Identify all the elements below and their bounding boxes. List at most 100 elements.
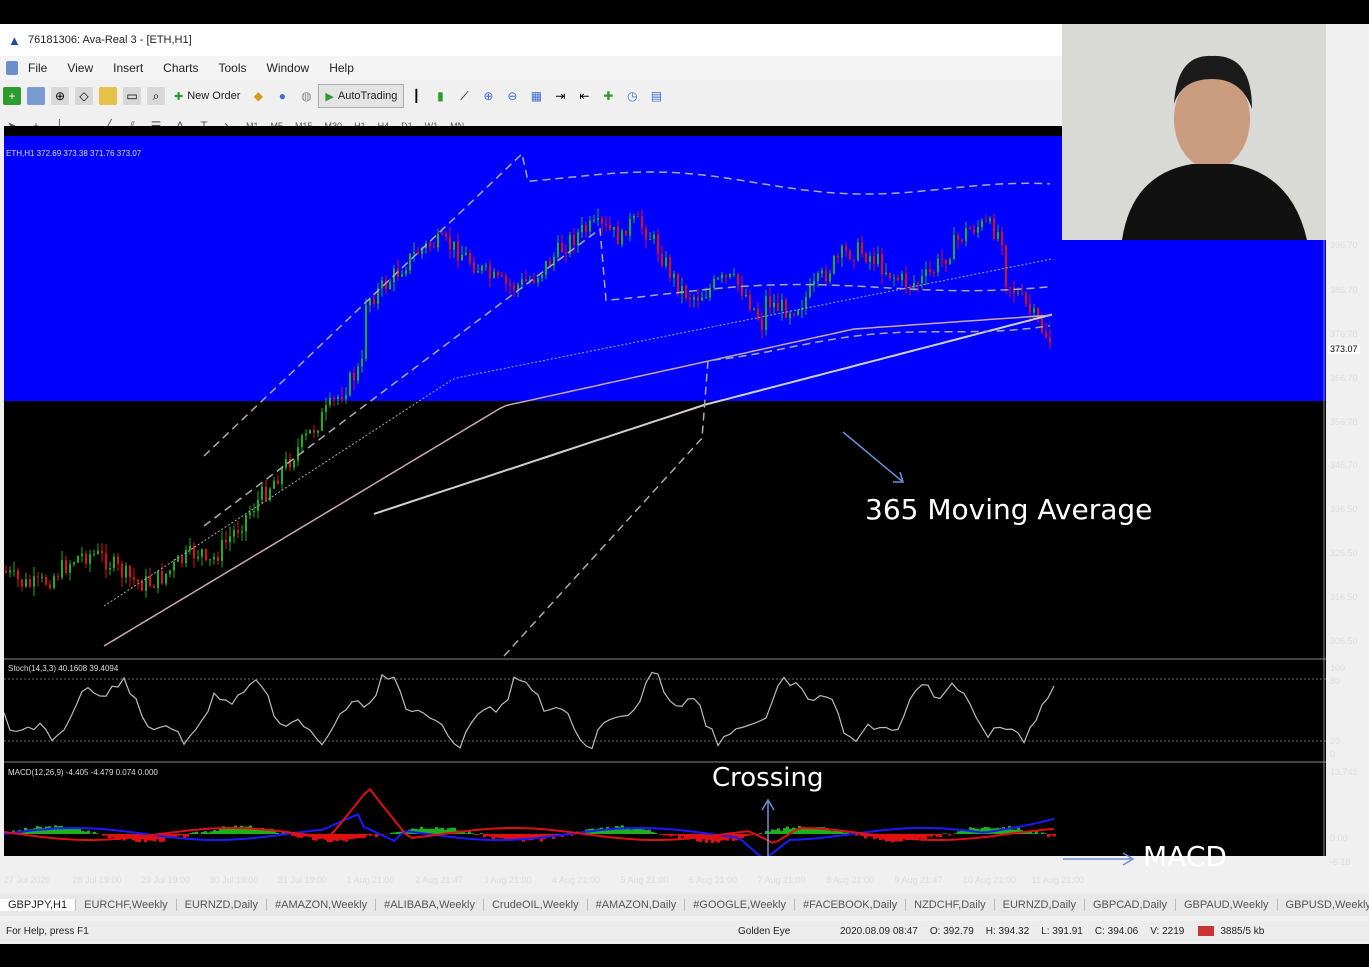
- candle-body: [217, 556, 219, 561]
- histogram-bar: [621, 825, 624, 834]
- histogram-bar: [345, 834, 348, 842]
- data-window-icon[interactable]: ◇: [75, 87, 93, 105]
- chart-tab[interactable]: GBPUSD,Weekly: [1278, 899, 1369, 911]
- histogram-bar: [195, 831, 198, 834]
- candle-body: [125, 565, 127, 578]
- candle-body: [149, 576, 151, 586]
- zoom-out-icon[interactable]: ⊖: [503, 87, 521, 105]
- status-datetime: 2020.08.09 08:47: [840, 925, 918, 937]
- chart-tab[interactable]: CrudeOIL,Weekly: [484, 899, 588, 911]
- histogram-bar: [390, 832, 393, 834]
- tile-windows-icon[interactable]: ▦: [527, 87, 545, 105]
- price-tick: 386.70: [1330, 285, 1358, 295]
- chart-tab[interactable]: NZDCHF,Daily: [906, 899, 995, 911]
- menu-charts[interactable]: Charts: [159, 59, 202, 77]
- histogram-bar: [771, 829, 774, 834]
- candle-body: [881, 254, 883, 275]
- candle-body: [753, 308, 755, 310]
- candle-body: [761, 319, 763, 330]
- terminal-icon[interactable]: ▭: [123, 87, 141, 105]
- chart-tab[interactable]: #ALIBABA,Weekly: [376, 899, 484, 911]
- autotrading-button[interactable]: ▶ AutoTrading: [318, 84, 405, 108]
- candle-body: [45, 576, 47, 585]
- histogram-bar: [360, 834, 363, 839]
- chart-tab[interactable]: EURNZD,Daily: [177, 899, 267, 911]
- metaeditor-icon[interactable]: ◆: [249, 87, 267, 105]
- globe-icon[interactable]: ◍: [297, 87, 315, 105]
- candle-body: [669, 257, 671, 278]
- time-tick: 5 Aug 21:00: [620, 875, 669, 885]
- chart-tab[interactable]: GBPCAD,Daily: [1085, 899, 1176, 911]
- menu-window[interactable]: Window: [263, 59, 314, 77]
- window-title: 76181306: Ava-Real 3 - [ETH,H1]: [28, 34, 192, 46]
- histogram-bar: [87, 830, 90, 834]
- candle-body: [685, 285, 687, 299]
- menu-file[interactable]: File: [24, 59, 51, 77]
- chart-tab[interactable]: EURNZD,Daily: [995, 899, 1085, 911]
- price-tick: 346.70: [1330, 460, 1358, 470]
- candle-body: [325, 404, 327, 413]
- candle-body: [889, 272, 891, 278]
- candle-body: [933, 272, 935, 274]
- histogram-bar: [768, 831, 771, 834]
- menu-view[interactable]: View: [63, 59, 97, 77]
- chart-tab[interactable]: #AMAZON,Daily: [588, 899, 686, 911]
- chart-tab[interactable]: #AMAZON,Weekly: [267, 899, 377, 911]
- candle-body: [333, 397, 335, 399]
- autoscroll-icon[interactable]: ⇤: [575, 87, 593, 105]
- candle-body: [449, 236, 451, 250]
- histogram-bar: [645, 830, 648, 834]
- histogram-bar: [369, 834, 372, 836]
- histogram-bar: [654, 832, 657, 834]
- candle-body: [549, 261, 551, 266]
- histogram-bar: [45, 826, 48, 834]
- periods-icon[interactable]: ◷: [623, 87, 641, 105]
- candle-body: [401, 274, 403, 277]
- histogram-bar: [108, 834, 111, 839]
- histogram-bar: [810, 828, 813, 834]
- candlestick-icon[interactable]: ▮: [431, 87, 449, 105]
- time-tick: 28 Jul 19:00: [72, 875, 122, 885]
- histogram-bar: [219, 828, 222, 834]
- status-high: H: 394.32: [985, 925, 1030, 937]
- options-icon[interactable]: ●: [273, 87, 291, 105]
- navigator-icon[interactable]: [99, 87, 117, 105]
- templates-icon[interactable]: ▤: [647, 87, 665, 105]
- histogram-bar: [843, 832, 846, 834]
- chart-shift-icon[interactable]: ⇥: [551, 87, 569, 105]
- candle-body: [437, 233, 439, 248]
- bar-chart-icon[interactable]: ┃: [407, 87, 425, 105]
- market-watch-icon[interactable]: ⊕: [51, 87, 69, 105]
- strategy-tester-icon[interactable]: ⌕: [147, 87, 165, 105]
- histogram-bar: [429, 828, 432, 834]
- chart-tab[interactable]: #FACEBOOK,Daily: [795, 899, 907, 911]
- histogram-bar: [366, 834, 369, 836]
- annotation-crossing: Crossing: [712, 763, 824, 793]
- candle-body: [477, 270, 479, 273]
- indicators-icon[interactable]: ✚: [599, 87, 617, 105]
- menu-tools[interactable]: Tools: [215, 59, 251, 77]
- line-chart-icon[interactable]: ⟋: [455, 87, 473, 105]
- profiles-icon[interactable]: [27, 87, 45, 105]
- candle-body: [153, 585, 155, 588]
- new-chart-icon[interactable]: +: [3, 87, 21, 105]
- candle-body: [493, 271, 495, 278]
- candle-body: [705, 297, 707, 299]
- histogram-bar: [363, 834, 366, 838]
- histogram-bar: [1032, 833, 1035, 834]
- price-tick: 366.70: [1330, 373, 1358, 383]
- histogram-bar: [240, 825, 243, 834]
- chart-tab[interactable]: EURCHF,Weekly: [76, 899, 177, 911]
- candle-body: [541, 274, 543, 278]
- candle-body: [585, 225, 587, 232]
- chart-tab[interactable]: GBPJPY,H1: [0, 899, 77, 911]
- candle-body: [461, 254, 463, 261]
- menu-insert[interactable]: Insert: [109, 59, 147, 77]
- new-order-button[interactable]: ✚ New Order: [168, 85, 246, 107]
- candle-body: [485, 265, 487, 267]
- zoom-in-icon[interactable]: ⊕: [479, 87, 497, 105]
- chart-tab[interactable]: GBPAUD,Weekly: [1176, 899, 1278, 911]
- time-tick: 27 Jul 2020: [4, 875, 51, 885]
- menu-help[interactable]: Help: [325, 59, 358, 77]
- chart-tab[interactable]: #GOOGLE,Weekly: [685, 899, 795, 911]
